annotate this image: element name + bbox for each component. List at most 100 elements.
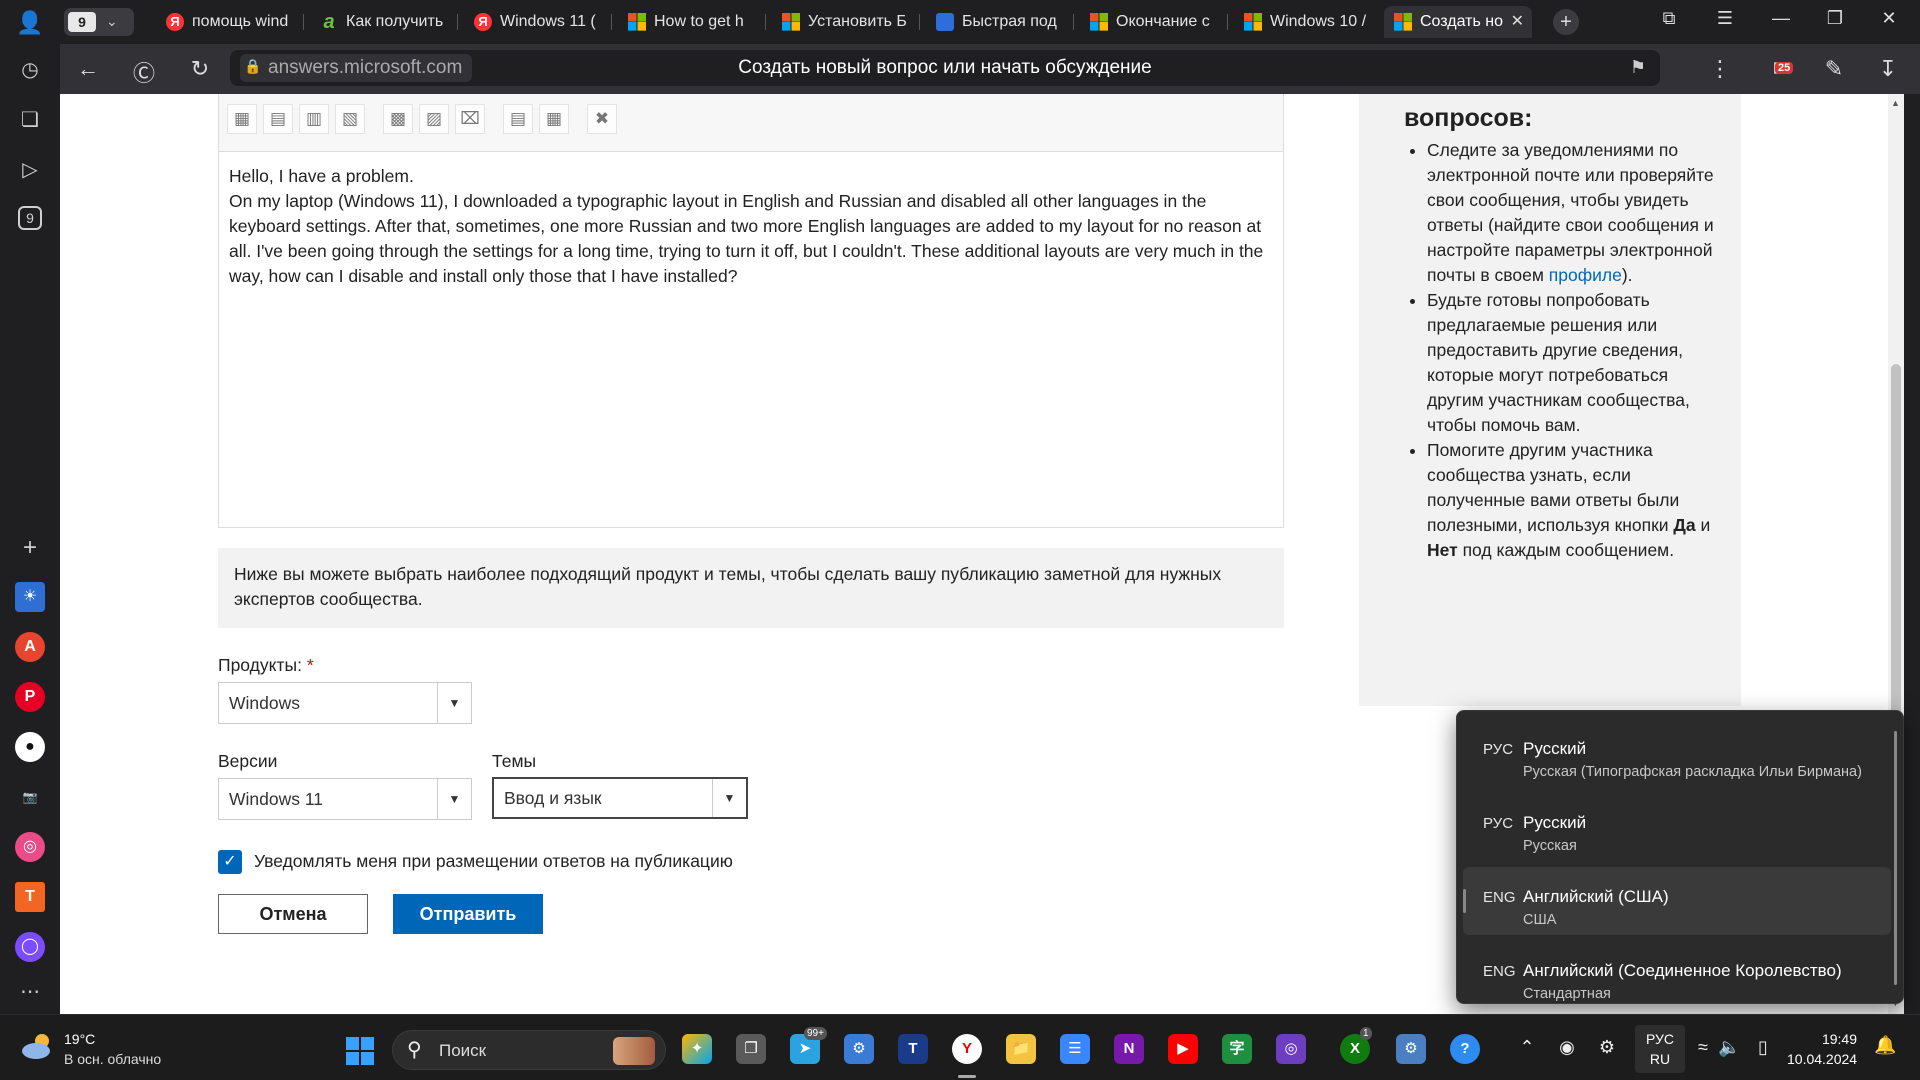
more-dots-icon[interactable]: ⋯ [16,978,44,1006]
alice-icon[interactable]: ◯ [15,932,45,962]
browser-tab[interactable]: a Как получить [310,6,458,38]
reader-icon[interactable]: ✎ [1820,56,1848,82]
file-explorer-icon[interactable]: 📁 [1006,1034,1036,1064]
weather-cloud-icon[interactable] [20,1031,54,1061]
tray-app-icon[interactable]: ◉ [1556,1037,1578,1058]
typora-icon[interactable]: T [898,1034,928,1064]
tab-title: Создать но [1420,13,1503,30]
volume-icon[interactable]: 🔈 [1718,1037,1740,1058]
browser-tab[interactable]: Windows 10 / [1234,6,1382,38]
input-language-indicator[interactable]: РУС RU [1635,1025,1685,1073]
back-icon[interactable]: ← [74,56,102,82]
bookmark-icon[interactable]: ⚑ [1630,57,1646,78]
tab-title: Windows 10 / [1270,13,1367,30]
app-icon-purple[interactable]: ◎ [1276,1034,1306,1064]
scroll-up-icon[interactable]: ▲ [1891,98,1900,108]
steam-icon[interactable]: ⚙ [1596,1037,1618,1058]
app-icon-2[interactable]: ● [15,732,45,762]
t-app-icon[interactable]: T [15,882,45,912]
microsoft-icon [1090,13,1108,31]
browser-tab[interactable]: How to get h [618,6,766,38]
new-tab-button[interactable]: + [1553,9,1579,35]
system-clock[interactable]: 19:49 10.04.2024 [1787,1029,1857,1069]
question-text-editor[interactable]: Hello, I have a problem. On my laptop (W… [218,152,1284,528]
menu-icon[interactable]: ☰ [1710,8,1740,29]
translate-icon[interactable]: A [15,632,45,662]
clear-format-icon[interactable]: ✖ [587,104,617,134]
info-text: Ниже вы можете выбрать наиболее подходящ… [234,564,1222,609]
delete-row-icon[interactable]: ▩ [383,104,413,134]
help-icon[interactable]: ? [1450,1034,1480,1064]
control-panel-icon[interactable]: ⚙ [844,1034,874,1064]
browser-tab[interactable]: Установить Б [772,6,920,38]
browser-tab[interactable]: Я помощь wind [156,6,304,38]
language-option-selected[interactable]: ENG Английский (США) США [1463,867,1891,935]
products-select[interactable]: Windows ▼ [218,682,472,724]
delete-table-icon[interactable]: ⌧ [455,104,485,134]
flyout-scrollbar[interactable] [1894,731,1897,985]
collections-icon[interactable]: ❏ [16,106,44,134]
language-option[interactable]: РУС Русский Русская (Типографская раскла… [1463,719,1891,787]
insert-column-icon[interactable]: ▥ [299,104,329,134]
windows-start-icon[interactable] [346,1037,374,1065]
download-icon[interactable]: ↧ [1874,56,1902,82]
notify-checkbox[interactable]: ✓ [218,850,242,874]
reload-icon[interactable]: ↻ [186,56,214,82]
topics-select[interactable]: Ввод и язык ▼ [492,777,748,819]
language-option[interactable]: РУС Русский Русская [1463,793,1891,861]
clock-date: 10.04.2024 [1787,1051,1858,1067]
browser-tab[interactable]: Быстрая под [926,6,1074,38]
versions-select[interactable]: Windows 11 ▼ [218,778,472,820]
close-tab-icon[interactable]: ✕ [1511,6,1524,38]
profile-link[interactable]: профиле [1549,265,1622,285]
browser-tab-active[interactable]: Создать но ✕ [1384,6,1532,38]
address-bar[interactable]: Создать новый вопрос или начать обсужден… [230,50,1660,86]
settings-gear-icon[interactable]: ⚙ [1396,1034,1426,1064]
youtube-icon[interactable]: ▶ [1168,1034,1198,1064]
minimize-icon[interactable]: — [1766,8,1796,29]
insert-row-icon[interactable]: ▤ [263,104,293,134]
dribbble-icon[interactable]: ◎ [15,832,45,862]
photo-app-icon[interactable]: 📷 [15,782,45,812]
app-icon-1[interactable]: ☀ [15,582,45,612]
onenote-icon[interactable]: N [1114,1034,1144,1064]
copilot-icon[interactable]: ✦ [682,1034,712,1064]
translator-icon[interactable]: 字 [1222,1034,1252,1064]
versions-label: Версии [218,751,278,771]
taskbar-search[interactable]: ⚲ Поиск [392,1030,666,1070]
more-icon[interactable]: ⋮ [1706,56,1734,82]
video-icon[interactable]: ▷ [16,156,44,184]
tab-collections-icon[interactable]: ⧉ [1654,8,1684,29]
microsoft-icon [782,13,800,31]
address-host[interactable]: answers.microsoft.com [240,54,473,82]
yandex-button-icon[interactable]: Ⓒ [130,56,158,88]
task-view-icon[interactable]: ❐ [736,1034,766,1064]
table-icon[interactable]: ▦ [227,104,257,134]
restore-icon[interactable]: ❐ [1820,8,1850,29]
language-option[interactable]: ENG Английский (Соединенное Королевство)… [1463,941,1891,1003]
tab-counter-button[interactable]: 9 ⌄ [64,8,134,36]
pinterest-icon[interactable]: P [15,682,45,712]
submit-button[interactable]: Отправить [393,894,543,934]
topics-value: Ввод и язык [504,788,602,808]
versions-value: Windows 11 [229,789,324,809]
notepad-icon[interactable]: ☰ [1060,1034,1090,1064]
tray-chevron-up-icon[interactable]: ⌃ [1516,1037,1538,1058]
tab-title: How to get h [654,13,744,30]
browser-tab[interactable]: Окончание с [1080,6,1228,38]
merge-cells-icon[interactable]: ▤ [503,104,533,134]
profile-icon[interactable]: 👤 [16,9,44,37]
history-icon[interactable]: ◷ [16,56,44,84]
split-cells-icon[interactable]: ▦ [539,104,569,134]
yandex-browser-icon[interactable]: Y [952,1034,982,1064]
battery-icon[interactable]: ▯ [1752,1037,1774,1058]
add-icon[interactable]: + [16,534,44,562]
cancel-button[interactable]: Отмена [218,894,368,934]
tabs-badge-icon[interactable]: 9 [18,206,42,230]
browser-tab[interactable]: Я Windows 11 ( [464,6,612,38]
column-icon[interactable]: ▧ [335,104,365,134]
notification-bell-icon[interactable]: 🔔 [1874,1035,1896,1056]
delete-column-icon[interactable]: ▨ [419,104,449,134]
wifi-icon[interactable]: ≈ [1692,1037,1714,1058]
close-window-icon[interactable]: ✕ [1874,8,1904,29]
